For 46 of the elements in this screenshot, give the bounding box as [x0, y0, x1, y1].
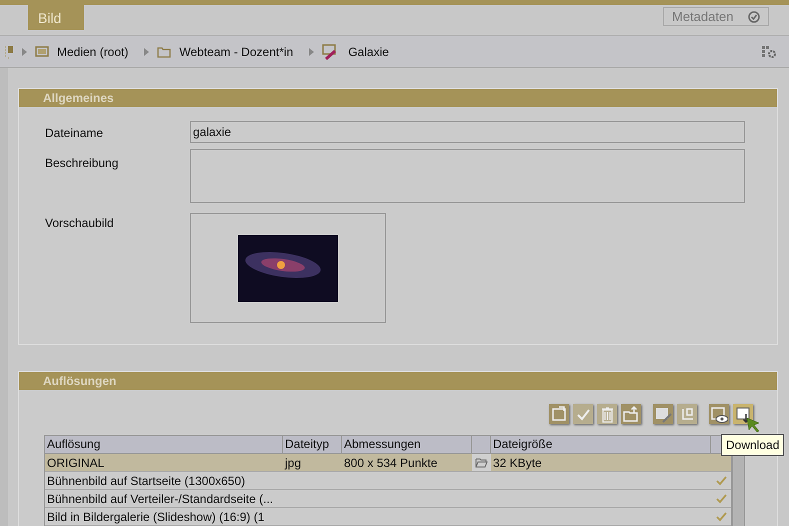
column-header[interactable]: Dateityp: [283, 436, 342, 453]
field-label: Vorschaubild: [45, 215, 115, 232]
breadcrumb-item[interactable]: Webteam - Dozent*in: [179, 42, 294, 60]
edit-button[interactable]: [653, 404, 673, 424]
folder-icon: [157, 46, 172, 58]
upload-icon: [622, 405, 640, 423]
preview-button[interactable]: [709, 404, 729, 424]
table-row[interactable]: ORIGINAL jpg 800 x 534 Punkte 32 KByte: [45, 454, 731, 472]
table-cell-text: Bühnenbild auf Verteiler-/Standardseite (...: [46, 490, 274, 508]
tooltip: Download: [721, 434, 784, 456]
field-label: Dateiname: [45, 125, 104, 142]
table-cell-text: ORIGINAL: [46, 454, 106, 472]
description-field[interactable]: [190, 149, 745, 203]
settings-icon[interactable]: [761, 44, 777, 58]
check-icon: [716, 512, 726, 522]
field-label: Beschreibung: [45, 155, 120, 172]
table-cell-text: 32 KByte: [492, 454, 543, 472]
folder-icon[interactable]: [475, 458, 488, 468]
check-icon: [716, 476, 726, 486]
panel-title: Allgemeines: [19, 89, 777, 107]
replace-icon: [550, 405, 568, 423]
table-cell-text: 800 x 534 Punkte: [343, 454, 438, 472]
panel-title: Auflösungen: [19, 372, 777, 390]
preview-icon: [710, 405, 728, 423]
check-circle-icon: [748, 10, 760, 22]
expand-arrow-icon[interactable]: [22, 48, 27, 56]
mouse-cursor-icon: [746, 417, 762, 433]
download-icon: [734, 405, 752, 423]
expand-arrow-icon[interactable]: [309, 48, 314, 56]
expand-arrow-icon[interactable]: [144, 48, 150, 56]
table-cell-text: Bild in Bildergalerie (Slideshow) (16:9) (1: [46, 508, 266, 526]
upload-button[interactable]: [621, 404, 641, 424]
table-cell-text: jpg: [284, 454, 302, 472]
filename-field[interactable]: galaxie: [190, 121, 745, 143]
table-cell-text: Bühnenbild auf Startseite (1300x650): [46, 472, 246, 490]
column-header[interactable]: Dateigröße: [491, 436, 711, 453]
breadcrumb-item[interactable]: Medien (root): [57, 42, 128, 60]
monitor-icon: [35, 46, 49, 58]
edit-icon: [654, 405, 672, 423]
check-icon: [716, 494, 726, 504]
page-icon: [4, 44, 14, 58]
column-header[interactable]: Abmessungen: [342, 436, 472, 453]
breadcrumb-item[interactable]: Galaxie: [348, 42, 389, 60]
metadata-label: Metadaten: [672, 8, 734, 26]
replace-button[interactable]: [549, 404, 569, 424]
column-header[interactable]: Auflösung: [45, 436, 283, 453]
